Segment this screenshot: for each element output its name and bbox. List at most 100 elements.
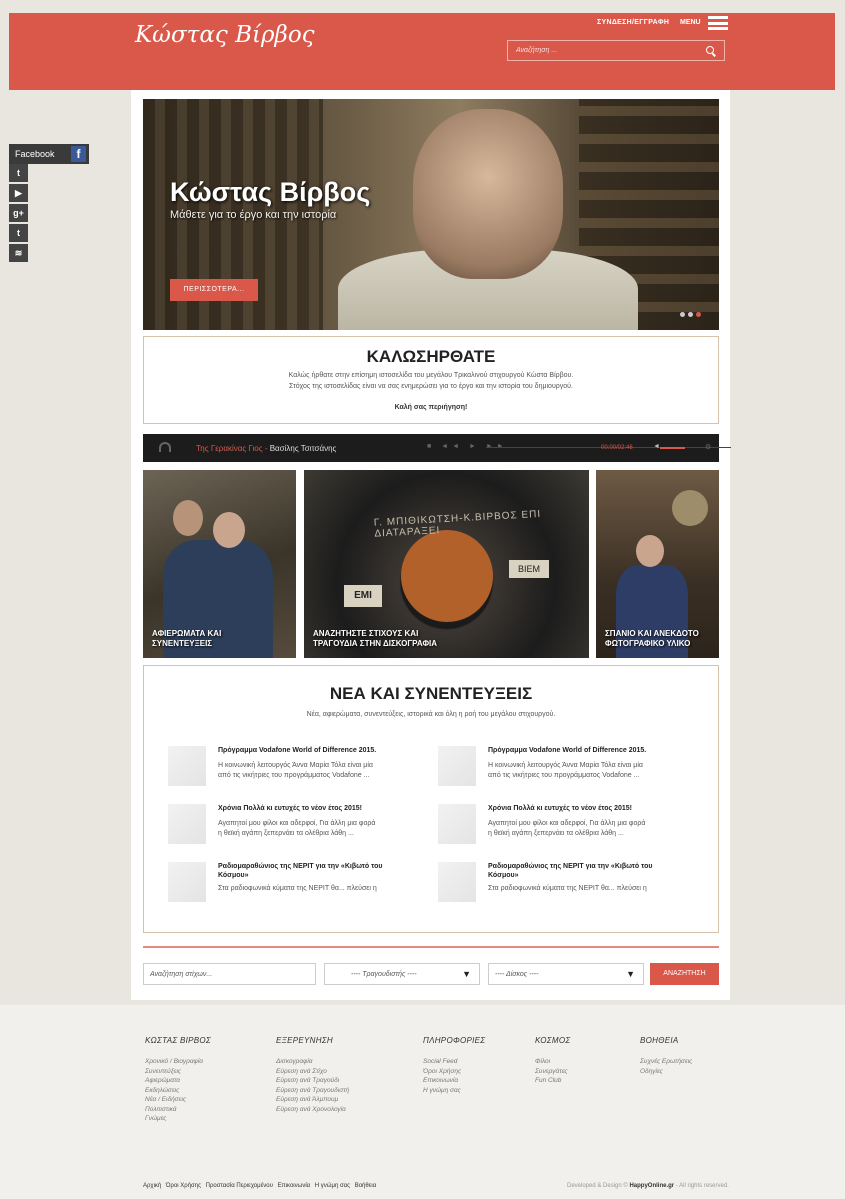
- footer-link[interactable]: Δισκογραφία: [276, 1057, 349, 1067]
- news-thumb[interactable]: [168, 804, 206, 844]
- welcome-text-1: Καλώς ήρθατε στην επίσημη ιστοσελίδα του…: [288, 372, 574, 379]
- footer-link[interactable]: Συνεντεύξεις: [145, 1067, 211, 1077]
- news-thumb[interactable]: [168, 862, 206, 902]
- divider: [143, 946, 719, 948]
- lyrics-search-input[interactable]: Αναζήτηση στίχων...: [143, 963, 316, 985]
- news-section: ΝΕΑ ΚΑΙ ΣΥΝΕΝΤΕΥΞΕΙΣ Νέα, αφιερώματα, συ…: [143, 665, 719, 933]
- news-thumb[interactable]: [168, 746, 206, 786]
- welcome-box: ΚΑΛΩΣΗΡΘΑΤΕ Καλώς ήρθατε στην επίσημη ισ…: [143, 336, 719, 424]
- emi-logo: EMI: [344, 585, 382, 607]
- footer-link[interactable]: Fun Club: [535, 1076, 570, 1086]
- footer-link[interactable]: Εύρεση ανά Άλμπουμ: [276, 1095, 349, 1105]
- footer-link[interactable]: Εύρεση ανά Στίχο: [276, 1067, 349, 1077]
- chevron-down-icon: ▼: [462, 969, 471, 979]
- site-logo[interactable]: Κώστας Βίρβος: [135, 22, 315, 48]
- news-item[interactable]: Χρόνια Πολλά κι ευτυχές το νέον έτος 201…: [438, 804, 678, 854]
- footer-bottom-link[interactable]: Προστασία Περιεχομένου: [206, 1183, 273, 1189]
- footer-col-help: ΒΟΗΘΕΙΑ Συχνές Ερωτήσεις Οδηγίες: [640, 1036, 693, 1077]
- biem-logo: ΒΙΕΜ: [509, 560, 549, 578]
- googleplus-icon[interactable]: g+: [9, 204, 28, 222]
- tile-discography[interactable]: Γ. ΜΠΙΘΙΚΩΤΣΗ-Κ.ΒΙΡΒΟΣ ΕΠΙ ΔΙΑΤΑΡΑΞΕΙ EM…: [304, 470, 589, 658]
- volume-slider[interactable]: [660, 447, 685, 449]
- player-time: 00:00/02:46: [601, 445, 633, 451]
- footer-bottom-link[interactable]: Βοήθεια: [355, 1183, 377, 1189]
- footer-bottom-link[interactable]: Η γνώμη σας: [315, 1183, 350, 1189]
- twitter-icon[interactable]: t: [9, 164, 28, 182]
- footer-link[interactable]: Αφιερώματα: [145, 1076, 211, 1086]
- singer-select[interactable]: ---- Τραγουδιστής ---- ▼: [324, 963, 480, 985]
- song-artist: Βασίλης Τσιτσάνης: [269, 444, 337, 453]
- tile-photos-label: ΣΠΑΝΙΟ ΚΑΙ ΑΝΕΚΔΟΤΟ ΦΩΤΟΓΡΑΦΙΚΟ ΥΛΙΚΟ: [605, 629, 699, 648]
- footer-link[interactable]: Φίλοι: [535, 1057, 570, 1067]
- hero-more-button[interactable]: ΠΕΡΙΣΣΟΤΕΡΑ...: [170, 279, 258, 301]
- login-register-link[interactable]: ΣΥΝΔΕΣΗ/ΕΓΓΡΑΦΗ: [597, 19, 669, 26]
- footer-bottom-link[interactable]: Όροι Χρήσης: [166, 1183, 201, 1189]
- developer-link[interactable]: HappyOnline.gr: [629, 1183, 674, 1189]
- footer-link[interactable]: Social Feed: [423, 1057, 485, 1067]
- hero-portrait-face: [413, 109, 563, 279]
- footer-link[interactable]: Όροι Χρήσης: [423, 1067, 485, 1077]
- site-search-input[interactable]: Αναζήτηση ...: [507, 40, 725, 61]
- footer-link[interactable]: Εύρεση ανά Τραγούδι: [276, 1076, 349, 1086]
- footer-bottom-link[interactable]: Επικοινωνία: [278, 1183, 311, 1189]
- footer-link[interactable]: Συχνές Ερωτήσεις: [640, 1057, 692, 1067]
- news-item[interactable]: Πρόγραμμα Vodafone World of Difference 2…: [438, 746, 678, 796]
- hero-title: Κώστας Βίρβος: [170, 177, 371, 207]
- news-item[interactable]: Χρόνια Πολλά κι ευτυχές το νέον έτος 201…: [168, 804, 408, 854]
- slider-dot-1[interactable]: [680, 312, 685, 317]
- footer: [0, 1005, 845, 1199]
- welcome-title: ΚΑΛΩΣΗΡΘΑΤΕ: [366, 347, 496, 366]
- chevron-down-icon: ▼: [626, 969, 635, 979]
- welcome-text-2: Στόχος της ιστοσελίδας είναι να σας ενημ…: [289, 383, 573, 390]
- footer-link[interactable]: Γνώμες: [145, 1114, 211, 1124]
- headphones-icon: [159, 442, 171, 452]
- facebook-link[interactable]: Facebook f: [9, 144, 89, 164]
- search-placeholder: Αναζήτηση ...: [516, 47, 558, 54]
- search-icon[interactable]: [706, 46, 714, 54]
- disc-select[interactable]: ---- Δίσκος ---- ▼: [488, 963, 644, 985]
- news-subtitle: Νέα, αφιερώματα, συνεντεύξεις, ιστορικά …: [306, 711, 556, 718]
- song-title: Της Γερακίνας Γιος: [196, 444, 263, 453]
- rss-icon[interactable]: ≋: [9, 244, 28, 262]
- footer-link[interactable]: Χρονικό / Βιογραφία: [145, 1057, 211, 1067]
- hamburger-menu-icon[interactable]: [708, 16, 728, 30]
- footer-link[interactable]: Νέα / Ειδήσεις: [145, 1095, 211, 1105]
- menu-label[interactable]: MENU: [680, 19, 701, 26]
- news-thumb[interactable]: [438, 804, 476, 844]
- facebook-label: Facebook: [15, 149, 55, 159]
- youtube-icon[interactable]: ▶: [9, 184, 28, 202]
- hero-subtitle: Μάθετε για το έργο και την ιστορία: [170, 209, 337, 221]
- footer-link[interactable]: Οδηγίες: [640, 1067, 692, 1077]
- footer-link[interactable]: Πολιτιστικά: [145, 1105, 211, 1115]
- slider-dot-2[interactable]: [688, 312, 693, 317]
- news-thumb[interactable]: [438, 862, 476, 902]
- copyright: Developed & Design © HappyOnline.gr - Al…: [567, 1183, 729, 1189]
- footer-col-world: ΚΟΣΜΟΣ Φίλοι Συνεργάτες Fun Club: [535, 1036, 571, 1086]
- tumblr-icon[interactable]: t: [9, 224, 28, 242]
- record-text: Γ. ΜΠΙΘΙΚΩΤΣΗ-Κ.ΒΙΡΒΟΣ ΕΠΙ ΔΙΑΤΑΡΑΞΕΙ: [373, 508, 542, 540]
- footer-bottom-link[interactable]: Αρχική: [143, 1183, 161, 1189]
- tile-tributes-label: ΑΦΙΕΡΩΜΑΤΑ ΚΑΙ ΣΥΝΕΝΤΕΥΞΕΙΣ: [152, 629, 222, 648]
- slider-dot-3-active[interactable]: [696, 312, 701, 317]
- tile-tributes[interactable]: ΑΦΙΕΡΩΜΑΤΑ ΚΑΙ ΣΥΝΕΝΤΕΥΞΕΙΣ: [143, 470, 296, 658]
- news-item[interactable]: Ραδιομαραθώνιος της ΝΕΡΙΤ για την «Κιβωτ…: [438, 862, 678, 912]
- tile-photos[interactable]: ΣΠΑΝΙΟ ΚΑΙ ΑΝΕΚΔΟΤΟ ΦΩΤΟΓΡΑΦΙΚΟ ΥΛΙΚΟ: [596, 470, 719, 658]
- news-thumb[interactable]: [438, 746, 476, 786]
- news-item[interactable]: Ραδιομαραθώνιος της ΝΕΡΙΤ για την «Κιβωτ…: [168, 862, 408, 912]
- footer-link[interactable]: Εύρεση ανά Τραγουδιστή: [276, 1086, 349, 1096]
- welcome-text-3: Καλή σας περιήγηση!: [394, 404, 468, 411]
- lyrics-search-button[interactable]: ΑΝΑΖΗΤΗΣΗ: [650, 963, 719, 985]
- footer-link[interactable]: Η γνώμη σας: [423, 1086, 485, 1096]
- now-playing: Της Γερακίνας Γιος - Βασίλης Τσιτσάνης: [196, 444, 337, 453]
- footer-link[interactable]: Επικοινωνία: [423, 1076, 485, 1086]
- settings-icon[interactable]: ⚙: [705, 443, 711, 451]
- footer-link[interactable]: Εύρεση ανά Χρονολογία: [276, 1105, 349, 1115]
- footer-col-explore: ΕΞΕΡΕΥΝΗΣΗ Δισκογραφία Εύρεση ανά Στίχο Εύ…: [276, 1036, 350, 1115]
- tile-discography-label: ΑΝΑΖΗΤΗΣΤΕ ΣΤΙΧΟΥΣ ΚΑΙ ΤΡΑΓΟΥΔΙΑ ΣΤΗΝ ΔΙΣ…: [313, 629, 438, 648]
- footer-col-virvos: ΚΩΣΤΑΣ ΒΙΡΒΟΣ Χρονικό / Βιογραφία Συνεντε…: [145, 1036, 212, 1124]
- footer-link[interactable]: Συνεργάτες: [535, 1067, 570, 1077]
- facebook-icon[interactable]: f: [71, 146, 86, 162]
- footer-link[interactable]: Εκδηλώσεις: [145, 1086, 211, 1096]
- news-item[interactable]: Πρόγραμμα Vodafone World of Difference 2…: [168, 746, 408, 796]
- volume-icon[interactable]: ◄: [653, 443, 660, 450]
